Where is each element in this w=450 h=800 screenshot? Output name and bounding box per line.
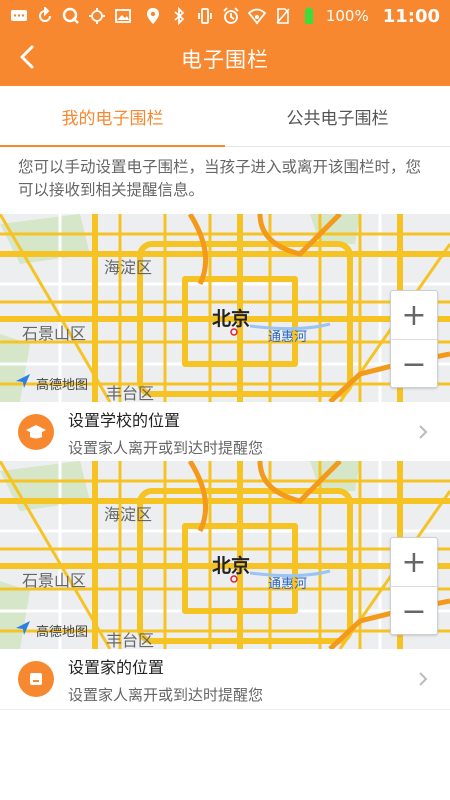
battery-percent: 100% — [325, 7, 369, 25]
status-bar: 100% 11:00 — [0, 0, 450, 32]
bluetooth-icon — [170, 7, 188, 25]
map-label-district: 丰台区 — [106, 384, 155, 402]
map-home[interactable]: 海淀区 石景山区 丰台区 北京 通惠河 + − 高德地图 — [0, 461, 450, 649]
zoom-control: + − — [390, 290, 438, 388]
vibrate-icon — [196, 7, 214, 25]
location-title: 设置学校的位置 — [68, 410, 181, 430]
map-label-district: 海淀区 — [104, 505, 153, 524]
back-button[interactable] — [8, 38, 48, 80]
image-icon — [114, 7, 132, 25]
tab-my-fences[interactable]: 我的电子围栏 — [0, 86, 225, 147]
map-label-district: 石景山区 — [22, 324, 87, 343]
amap-arrow-icon — [14, 619, 32, 641]
no-sim-icon — [274, 7, 292, 25]
map-label-district: 石景山区 — [22, 571, 87, 590]
page-title: 电子围栏 — [181, 48, 269, 72]
map-label-river: 通惠河 — [268, 330, 308, 345]
location-subtitle: 设置家人离开或到达时提醒您 — [68, 685, 264, 704]
tab-bar: 我的电子围栏 公共电子围栏 — [0, 86, 450, 147]
map-brand-label: 高德地图 — [36, 624, 89, 640]
zoom-in-button[interactable]: + — [391, 538, 437, 586]
location-icon — [144, 7, 162, 25]
chevron-right-icon — [408, 425, 438, 439]
map-label-city: 北京 — [212, 308, 251, 330]
fence-description: 您可以手动设置电子围栏，当孩子进入或离开该围栏时，您可以接收到相关提醒信息。 — [18, 158, 422, 199]
battery-icon — [300, 7, 318, 25]
alarm-icon — [222, 7, 240, 25]
graduation-cap-icon — [18, 414, 54, 450]
map-brand: 高德地图 — [14, 619, 88, 641]
amap-arrow-icon — [14, 372, 32, 394]
sync-icon — [36, 7, 54, 25]
map-label-city: 北京 — [212, 555, 251, 577]
location-title: 设置家的位置 — [68, 657, 165, 677]
zoom-out-button[interactable]: − — [391, 339, 437, 388]
map-label-district: 海淀区 — [104, 258, 153, 277]
back-arrow-icon — [15, 44, 41, 74]
zoom-control: + − — [390, 537, 438, 635]
tab-public-fences[interactable]: 公共电子围栏 — [225, 86, 450, 146]
map-school[interactable]: 海淀区 石景山区 丰台区 北京 通惠河 + − 高德地图 — [0, 214, 450, 402]
map-label-district: 丰台区 — [106, 631, 155, 649]
zoom-in-button[interactable]: + — [391, 291, 437, 339]
message-icon — [10, 7, 28, 25]
title-bar: 电子围栏 — [0, 32, 450, 86]
search-q-icon — [62, 7, 80, 25]
location-subtitle: 设置家人离开或到达时提醒您 — [68, 438, 264, 457]
map-brand-label: 高德地图 — [36, 377, 89, 393]
zoom-out-button[interactable]: − — [391, 586, 437, 635]
set-school-location[interactable]: 设置学校的位置 设置家人离开或到达时提醒您 — [0, 402, 450, 463]
map-label-river: 通惠河 — [268, 577, 308, 592]
clock: 11:00 — [382, 5, 440, 27]
set-home-location[interactable]: 设置家的位置 设置家人离开或到达时提醒您 — [0, 649, 450, 710]
wifi-icon — [247, 7, 266, 25]
map-brand: 高德地图 — [14, 372, 88, 394]
crosshair-icon — [88, 7, 106, 25]
home-icon — [18, 661, 54, 697]
chevron-right-icon — [408, 672, 438, 686]
